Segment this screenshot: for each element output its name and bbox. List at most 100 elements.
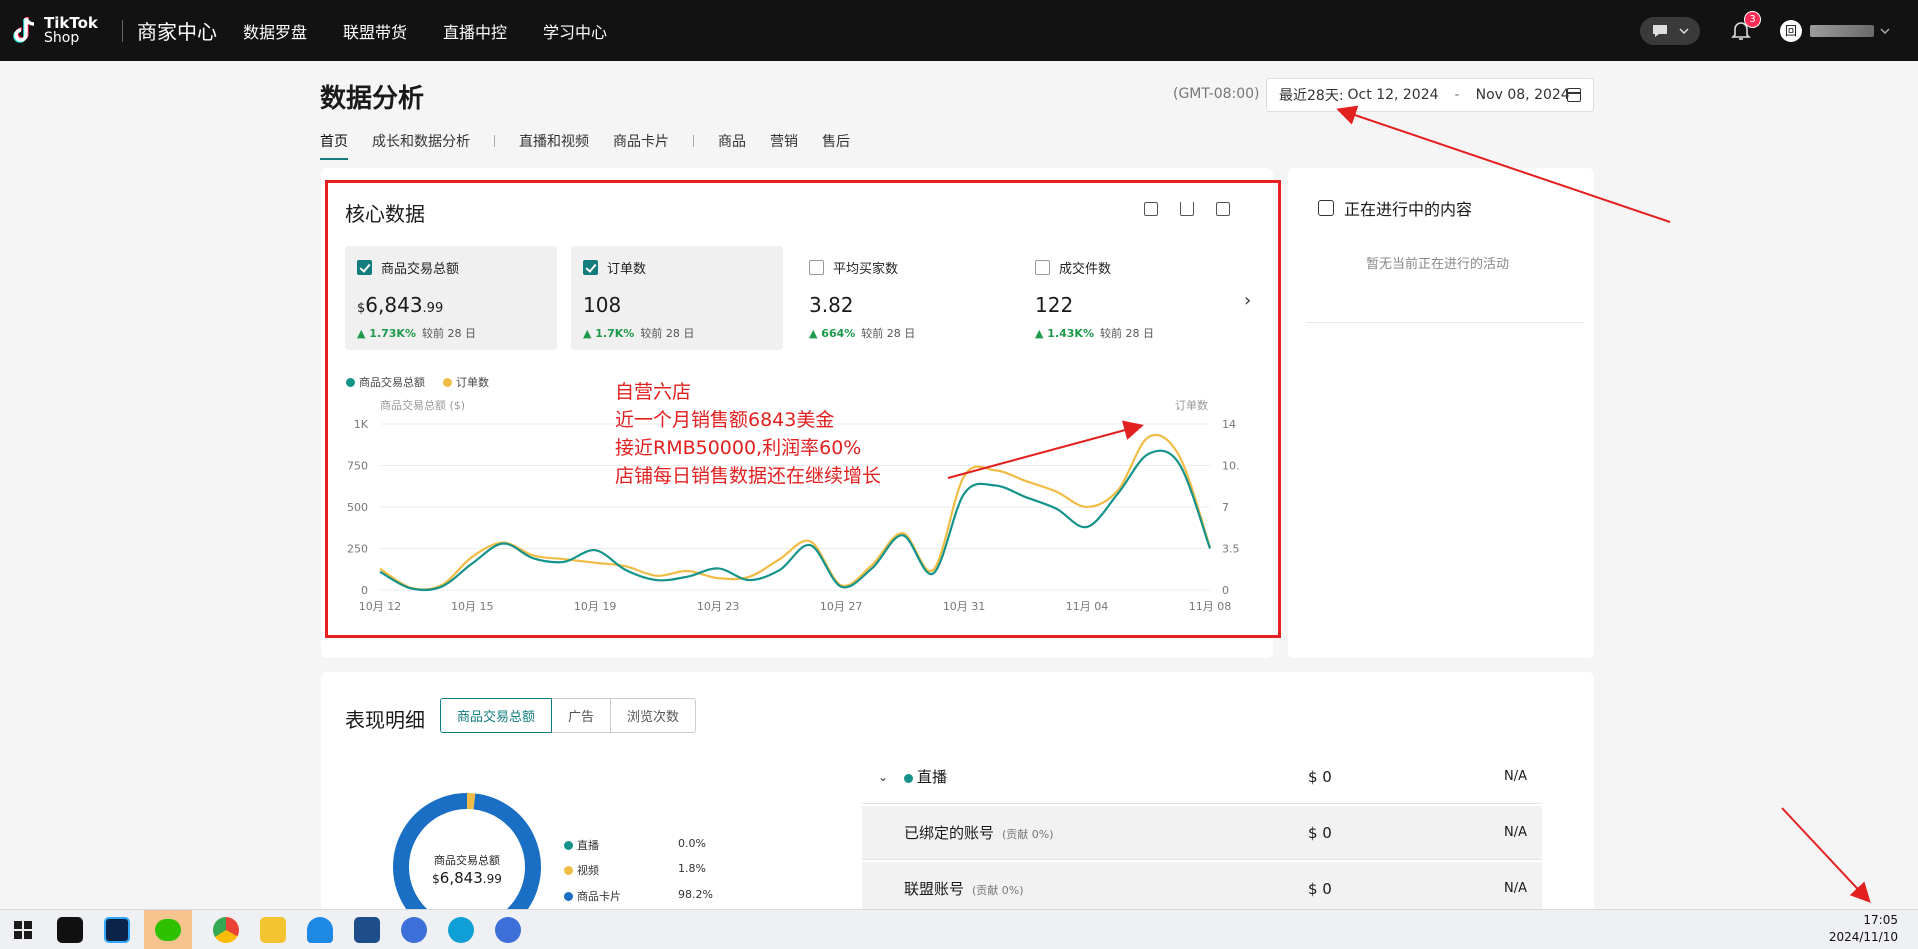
edit-icon[interactable] [1144,202,1158,216]
photoshop-icon[interactable] [104,916,130,943]
tab-marketing[interactable]: 营销 [770,131,798,151]
timezone-label: (GMT-08:00) [1173,86,1260,102]
app-icon[interactable] [307,916,333,943]
right-tick-label: 10.5 [1222,460,1240,473]
taskbar-clock[interactable]: 17:05 2024/11/10 [1829,912,1898,946]
tab-ads[interactable]: 广告 [551,698,612,733]
top-navbar: TikTok Shop 商家中心 数据罗盘 联盟带货 直播中控 学习中心 3 回 [0,0,1918,61]
windows-start-icon[interactable] [10,917,36,943]
table-row-live[interactable]: ⌄ 直播 $ 0 N/A [862,750,1542,804]
annotation-line: 自营六店 [615,381,692,403]
x-tick-label: 11月 04 [1066,600,1109,613]
right-tick-label: 0 [1222,584,1229,597]
metric-label: 商品交易总额 [381,262,460,277]
left-tick-label: 250 [347,543,368,556]
chevron-down-icon [1679,27,1689,34]
metric-label: 成交件数 [1059,262,1112,277]
ongoing-empty-text: 暂无当前正在进行的活动 [1366,257,1510,272]
performance-title: 表现明细 [345,708,425,732]
metric-orders[interactable]: 订单数 108 ▲ 1.7K% 较前 28 日 [571,246,783,350]
donut-legend-product-card: 商品卡片 98.2% [564,888,714,904]
chrome-icon[interactable] [213,916,239,943]
account-menu[interactable]: 回 [1780,19,1890,42]
x-tick-label: 10月 27 [820,600,863,613]
date-range-picker[interactable]: 最近28天: Oct 12, 2024 - Nov 08, 2024 [1266,78,1594,112]
topbar-actions: 3 回 [1640,0,1918,61]
tab-gmv[interactable]: 商品交易总额 [440,698,553,733]
chart-legend: 商品交易总额 订单数 [346,374,489,390]
red-annotation: 自营六店 近一个月销售额6843美金 接近RMB50000,利润率60% 店铺每… [615,378,881,490]
metric-compare: 较前 28 日 [861,327,916,340]
folder-icon[interactable] [260,916,286,943]
table-row-affiliate-accounts[interactable]: 联盟账号 (贡献 0%) $ 0 N/A [862,862,1542,916]
x-tick-label: 10月 19 [574,600,617,613]
wechat-icon [155,918,181,941]
left-tick-label: 750 [347,460,368,473]
right-tick-label: 14 [1222,418,1236,431]
right-tick-label: 7 [1222,501,1229,514]
x-tick-label: 10月 31 [943,600,986,613]
legend-item-orders[interactable]: 订单数 [443,374,489,390]
logo-divider [122,19,123,42]
chat-bubble-icon [1653,24,1667,37]
metric-compare: 较前 28 日 [640,327,695,340]
tiktok-shop-logo[interactable]: TikTok Shop [12,15,108,46]
date-range-label: 最近28天: [1279,88,1344,104]
account-name-redacted [1810,24,1874,37]
download-icon[interactable] [1180,202,1194,216]
nav-learning-center[interactable]: 学习中心 [543,19,607,43]
document-icon[interactable] [1216,202,1230,216]
metric-change: ▲ 1.43K% [1035,327,1094,340]
app-icon[interactable] [354,916,380,943]
core-data-title: 核心数据 [345,202,425,226]
edge-icon[interactable] [448,916,474,943]
tab-product-card[interactable]: 商品卡片 [613,131,669,151]
chevron-down-icon[interactable]: ⌄ [878,770,888,784]
checkbox-checked-icon[interactable] [583,260,598,275]
tab-products[interactable]: 商品 [718,131,746,151]
app-icon[interactable] [401,916,427,943]
annotation-line: 接近RMB50000,利润率60% [615,437,862,459]
left-tick-label: 500 [347,501,368,514]
nav-live-control[interactable]: 直播中控 [443,19,507,43]
tab-growth[interactable]: 成长和数据分析 [372,131,470,151]
table-row-bound-accounts[interactable]: 已绑定的账号 (贡献 0%) $ 0 N/A [862,806,1542,860]
tab-live-video[interactable]: 直播和视频 [519,131,589,151]
tab-divider [693,135,694,147]
checkbox-unchecked-icon[interactable] [809,260,824,275]
donut-legend-video: 视频 1.8% [564,862,714,878]
metric-gmv[interactable]: 商品交易总额 $6,843.99 ▲ 1.73K% 较前 28 日 [345,246,557,350]
notification-button[interactable]: 3 [1730,10,1761,42]
ongoing-title: 正在进行中的内容 [1318,196,1472,220]
left-tick-label: 1K [354,418,369,431]
calendar-icon [1567,88,1581,102]
nav-affiliate[interactable]: 联盟带货 [343,19,407,43]
performance-tabs: 商品交易总额 广告 浏览次数 [440,698,697,733]
nav-data-compass[interactable]: 数据罗盘 [243,19,307,43]
capcut-icon[interactable] [57,916,83,943]
app-icon[interactable] [495,916,521,943]
left-tick-label: 0 [361,584,368,597]
date-start: Oct 12, 2024 [1347,87,1439,103]
clock-date: 2024/11/10 [1828,930,1898,944]
donut-legend-live: 直播 0.0% [564,837,714,853]
x-tick-label: 10月 23 [697,600,740,613]
core-actions [1144,202,1230,216]
chevron-right-icon[interactable]: › [1244,290,1251,311]
legend-item-gmv[interactable]: 商品交易总额 [346,374,425,390]
tab-views[interactable]: 浏览次数 [610,698,697,733]
tiktok-note-icon [12,16,40,46]
metric-avg-buyers[interactable]: 平均买家数 3.82 ▲ 664% 较前 28 日 [797,246,1009,350]
tab-after-sales[interactable]: 售后 [822,131,850,151]
wechat-taskbar-item[interactable] [144,909,192,949]
clock-time: 17:05 [1863,913,1898,927]
checkbox-unchecked-icon[interactable] [1035,260,1050,275]
notification-badge: 3 [1744,10,1761,28]
messages-button[interactable] [1640,16,1700,45]
metric-units-sold[interactable]: 成交件数 122 ▲ 1.43K% 较前 28 日 [1023,246,1235,350]
brand-title[interactable]: 商家中心 [137,16,217,45]
tab-home[interactable]: 首页 [320,131,348,160]
metric-value: 122 [1035,293,1074,317]
checkbox-checked-icon[interactable] [357,260,372,275]
metric-value: 3.82 [809,293,854,317]
